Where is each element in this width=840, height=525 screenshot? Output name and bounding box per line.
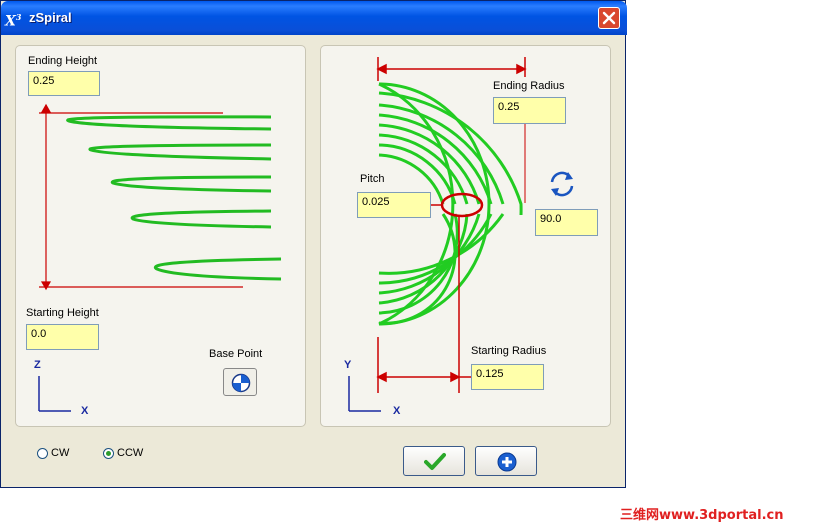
z-axis-label: Z [34,359,41,371]
zx-axis-icon [38,376,71,412]
x-axis-label: X [81,405,89,417]
ending-radius-field[interactable]: 0.25 [493,97,566,124]
ccw-radio-dot[interactable] [103,447,114,459]
pitch-label: Pitch [360,173,385,185]
watermark: 三维网www.3dportal.cn [620,508,784,523]
yx-axis-icon [348,376,381,412]
checkmark-icon [424,453,446,470]
window-title: zSpiral [29,10,72,25]
starting-height-label: Starting Height [26,307,99,319]
cw-radio[interactable]: CW [37,447,69,459]
title-bar: X3 zSpiral [1,1,627,35]
ccw-label: CCW [117,447,144,459]
ending-height-label: Ending Height [28,55,98,67]
starting-radius-label: Starting Radius [471,345,547,357]
app-icon: X3 [5,12,22,30]
y-axis-label: Y [344,359,352,371]
cw-radio-dot[interactable] [37,447,48,459]
base-point-label: Base Point [209,348,263,360]
rotate-icon[interactable] [546,168,578,200]
apply-button[interactable] [475,446,537,476]
base-point-icon [231,373,251,393]
ccw-radio[interactable]: CCW [103,447,143,459]
close-icon [602,11,616,25]
cw-label: CW [51,447,70,459]
starting-height-field[interactable]: 0.0 [26,324,99,350]
starting-radius-field[interactable]: 0.125 [471,364,544,390]
ok-button[interactable] [403,446,465,476]
x-axis-label-right: X [393,405,401,417]
height-diagram [39,103,282,291]
ending-radius-label: Ending Radius [493,80,565,92]
close-button[interactable] [598,7,620,29]
plus-icon [497,452,517,472]
angle-field[interactable]: 90.0 [535,209,598,236]
zspiral-dialog: X3 zSpiral Ending Height 0.25 Starting H… [0,0,627,488]
ending-height-field[interactable]: 0.25 [28,71,100,96]
base-point-button[interactable] [223,368,257,396]
pitch-field[interactable]: 0.025 [357,192,431,218]
